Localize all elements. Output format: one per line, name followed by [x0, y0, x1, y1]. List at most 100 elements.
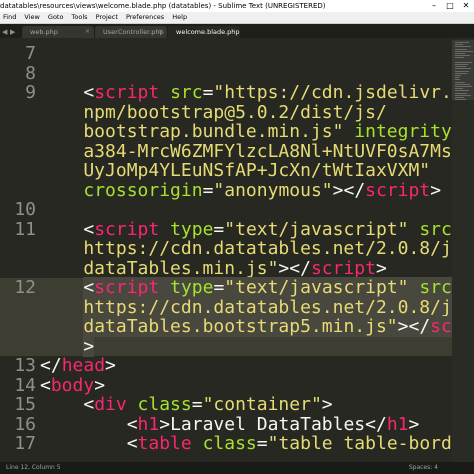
line-number: 12: [14, 277, 36, 298]
line-number: 14: [14, 374, 36, 396]
minimap-line: [455, 79, 460, 81]
menu-find[interactable]: Find: [0, 12, 19, 23]
menu-tools[interactable]: Tools: [69, 12, 91, 23]
menu-help[interactable]: Help: [169, 12, 190, 23]
tab-close-icon[interactable]: ×: [85, 26, 90, 38]
minimize-button[interactable]: –: [426, 0, 442, 12]
tab-close-icon[interactable]: ×: [158, 26, 163, 38]
code-line[interactable]: https://cdn.datatables.net/2.0.8/js/: [40, 296, 474, 318]
code-token: type: [170, 277, 214, 298]
minimap-line: [455, 42, 469, 43]
code-token: "text/javascript": [224, 277, 409, 298]
status-indentation[interactable]: Spaces: 4: [409, 462, 438, 474]
window-title: datatables\resources\views\welcome.blade…: [0, 2, 326, 10]
code-token: ></: [278, 257, 311, 279]
code-line[interactable]: crossorigin="anonymous"></script>: [40, 179, 442, 201]
tab-welcome-blade[interactable]: welcome.blade.php ×: [168, 26, 240, 38]
code-line[interactable]: <div class="container">: [40, 394, 333, 415]
title-bar: datatables\resources\views\welcome.blade…: [0, 0, 474, 12]
code-token: body: [50, 374, 95, 396]
code-token: type: [170, 218, 214, 240]
code-token: head: [61, 355, 106, 376]
minimap[interactable]: [452, 38, 474, 462]
code-line[interactable]: <body>: [40, 374, 105, 396]
code-token: =: [213, 218, 225, 240]
code-token: "https://cdn.jsdelivr.net/: [213, 82, 474, 103]
minimap-line: [455, 46, 471, 48]
code-token: src: [419, 218, 452, 240]
code-token: crossorigin: [83, 179, 203, 201]
minimap-line: [455, 97, 464, 98]
menu-goto[interactable]: Goto: [45, 12, 67, 23]
code-line[interactable]: <h1>Laravel DataTables</h1>: [40, 414, 420, 435]
code-line[interactable]: UyJoMp4YLEuNSfAP+JcXn/tWtIaxVXM": [40, 161, 430, 181]
code-line[interactable]: <script src="https://cdn.jsdelivr.net/: [40, 83, 474, 103]
minimap-line: [455, 94, 471, 96]
minimap-line: [455, 48, 467, 50]
code-line[interactable]: </head>: [40, 356, 116, 376]
minimap-line: [455, 50, 473, 52]
code-token: <: [40, 433, 138, 454]
tab-scroll-left-icon[interactable]: ◀: [2, 26, 7, 38]
tab-user-controller[interactable]: UserController.php ×: [95, 26, 167, 38]
code-line[interactable]: >: [40, 335, 95, 357]
code-line[interactable]: npm/bootstrap@5.0.2/dist/js/: [40, 101, 387, 123]
minimap-line: [455, 44, 463, 46]
code-line[interactable]: a384-MrcW6ZMFYlzcLA8Nl+NtUVF0sA7MsXsP1: [40, 141, 474, 162]
code-token: =: [202, 82, 214, 103]
minimap-line: [455, 83, 470, 85]
code-token: [408, 277, 420, 298]
code-line[interactable]: <script type="text/javascript" src=": [40, 277, 474, 298]
code-token: =: [202, 179, 214, 201]
close-button[interactable]: ✕: [458, 0, 474, 12]
code-token: npm/bootstrap@5.0.2/dist/js/: [40, 101, 387, 123]
code-token: >: [321, 394, 333, 415]
code-token: =: [213, 277, 225, 298]
code-token: >: [83, 335, 95, 357]
minimap-line: [455, 66, 466, 68]
code-token: script: [94, 277, 160, 298]
minimap-line: [455, 64, 468, 65]
minimap-line: [455, 55, 470, 57]
code-token: src: [419, 277, 452, 298]
code-line[interactable]: dataTables.bootstrap5.min.js"></script: [40, 316, 474, 337]
minimap-line: [455, 72, 467, 74]
line-number: 16: [14, 413, 36, 435]
code-line[interactable]: <table class="table table-bordered: [40, 434, 474, 454]
code-token: script: [94, 82, 160, 103]
code-token: ></: [397, 316, 431, 337]
minimap-line: [455, 61, 472, 63]
code-token: >: [430, 179, 442, 201]
code-editor[interactable]: 789 <script src="https://cdn.jsdelivr.ne…: [0, 38, 474, 462]
line-number: 15: [14, 394, 36, 415]
tab-close-icon[interactable]: ×: [231, 26, 236, 38]
line-number: 11: [14, 218, 36, 240]
code-token: ></: [332, 179, 366, 201]
code-token: https://cdn.datatables.net/2.0.8/js/: [40, 238, 474, 259]
code-token: "table table-bordered: [267, 433, 474, 454]
menu-preferences[interactable]: Preferences: [123, 12, 167, 23]
code-token: script: [365, 179, 431, 201]
maximize-button[interactable]: □: [442, 0, 458, 12]
line-number: 10: [14, 199, 36, 220]
code-line[interactable]: dataTables.min.js"></script>: [40, 257, 387, 279]
code-line[interactable]: bootstrap.bundle.min.js" integrity="sh: [40, 122, 474, 142]
menu-project[interactable]: Project: [93, 12, 121, 23]
code-token: "container": [202, 394, 322, 415]
minimap-line: [455, 53, 465, 54]
code-token: >: [375, 257, 387, 279]
tab-web-php[interactable]: web.php ×: [22, 26, 94, 38]
menu-view[interactable]: View: [21, 12, 42, 23]
code-token: https://cdn.datatables.net/2.0.8/js/: [83, 296, 474, 318]
code-line[interactable]: <script type="text/javascript" src=": [40, 218, 473, 240]
code-line[interactable]: https://cdn.datatables.net/2.0.8/js/: [40, 239, 473, 259]
line-number: 13: [14, 355, 36, 376]
code-token: class: [137, 394, 192, 415]
tab-scroll-right-icon[interactable]: ▶: [10, 26, 15, 38]
line-number: 17: [14, 433, 36, 454]
minimap-line: [455, 81, 465, 83]
code-token: =: [256, 433, 268, 454]
